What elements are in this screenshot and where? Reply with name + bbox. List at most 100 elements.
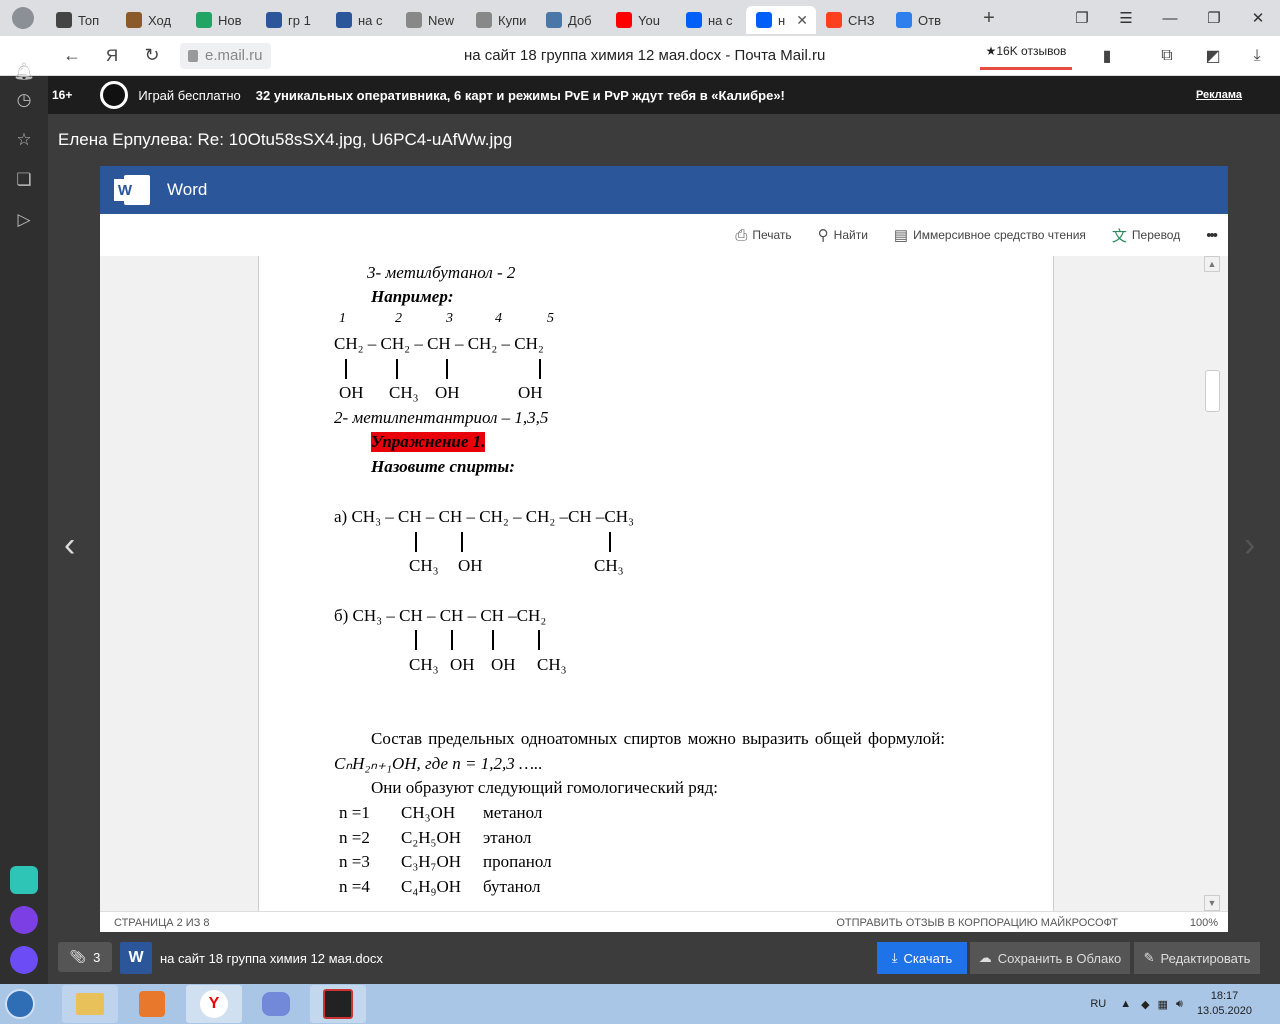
protect-icon[interactable]: ◩ <box>1196 36 1230 76</box>
bookmark-icon[interactable]: ▮ <box>1090 36 1124 76</box>
browser-tab[interactable]: СНЗ <box>816 6 886 34</box>
tab-favicon-icon <box>826 12 842 28</box>
save-cloud-button[interactable]: ☁ Сохранить в Облако <box>970 942 1130 974</box>
reviews-badge[interactable]: ★16K отзывов <box>980 42 1072 70</box>
browser-tab[interactable]: на с <box>676 6 746 34</box>
reload-button[interactable]: ↻ <box>132 36 172 76</box>
yandex-icon[interactable]: Я <box>92 36 132 76</box>
media-player-icon[interactable] <box>124 985 180 1023</box>
formula-line: б) CH₃ – CH – CH – CH –CH₂ <box>334 606 547 625</box>
tray-app-icon[interactable]: ◆ <box>1141 998 1149 1011</box>
browser-tab[interactable]: на с <box>326 6 396 34</box>
next-arrow-icon[interactable]: › <box>1244 526 1255 565</box>
tab-favicon-icon <box>336 12 352 28</box>
app-icon-2[interactable] <box>10 906 38 934</box>
language-indicator[interactable]: RU <box>1090 998 1106 1010</box>
ad-link[interactable]: Реклама <box>1196 89 1242 101</box>
bond-line <box>539 359 541 379</box>
immersive-reader-button[interactable]: ▤ Иммерсивное средство чтения <box>894 226 1086 244</box>
attachments-button[interactable]: 📎︎ 3 <box>58 942 112 972</box>
scroll-thumb[interactable] <box>1205 370 1220 412</box>
bond-line <box>609 532 611 552</box>
tab-favicon-icon <box>616 12 632 28</box>
carbon-number: 1 <box>339 311 346 326</box>
game-icon[interactable] <box>310 985 366 1023</box>
browser-tab[interactable]: Доб <box>536 6 606 34</box>
doc-line: 3- метилбутанол - 2 <box>367 263 516 282</box>
browser-tab[interactable]: Купи <box>466 6 536 34</box>
tabs-list-icon[interactable]: ❐ <box>1060 0 1104 36</box>
downloads-icon[interactable]: ⤓ <box>1240 36 1274 76</box>
paragraph: Состав предельных одноатомных спиртов мо… <box>371 729 946 748</box>
browser-tab-bar: Топ Ход Нов гр 1 на с New Купи Доб You на с н ✕ СНЗ О… <box>0 0 1280 36</box>
zoom-level[interactable]: 100% <box>1190 917 1218 929</box>
prev-arrow-icon[interactable]: ‹ <box>64 526 75 565</box>
browser-tab[interactable]: Отв <box>886 6 956 34</box>
bond-line <box>396 359 398 379</box>
volume-icon[interactable]: 🔊︎ <box>1176 998 1183 1011</box>
url-field[interactable]: e.mail.ru <box>180 42 271 69</box>
close-window-button[interactable]: ✕ <box>1236 0 1280 36</box>
alice-icon[interactable] <box>10 946 38 974</box>
yandex-browser-icon[interactable]: Y <box>186 985 242 1023</box>
messenger-app-icon[interactable] <box>10 866 38 894</box>
file-name: на сайт 18 группа химия 12 мая.docx <box>160 951 383 966</box>
substituent: OH <box>491 655 516 674</box>
tab-label: на с <box>708 12 733 28</box>
attachment-footer: 📎︎ 3 W на сайт 18 группа химия 12 мая.do… <box>48 932 1280 984</box>
document-area[interactable]: 3- метилбутанол - 2 Например: 1 2 3 4 5 … <box>100 256 1228 911</box>
browser-tab[interactable]: New <box>396 6 466 34</box>
print-button[interactable]: ⎙ Печать <box>735 227 791 244</box>
browser-tab[interactable]: Ход <box>116 6 186 34</box>
discord-icon[interactable] <box>248 985 304 1023</box>
feedback-link[interactable]: ОТПРАВИТЬ ОТЗЫВ В КОРПОРАЦИЮ МАЙКРОСОФТ <box>836 917 1118 929</box>
bond-line <box>451 630 453 650</box>
tab-favicon-icon <box>266 12 282 28</box>
formula-line: а) CH₃ – CH – CH – CH₂ – CH₂ –CH –CH₃ <box>334 507 634 526</box>
history-icon[interactable]: ◷ <box>12 88 36 112</box>
find-button[interactable]: ⚲ Найти <box>818 226 868 244</box>
series-cell-name: этанол <box>483 827 532 847</box>
download-button[interactable]: ⤓ Скачать <box>877 942 967 974</box>
explorer-icon[interactable] <box>62 985 118 1023</box>
series-cell-f: C₃H₇OH <box>401 852 462 871</box>
start-button[interactable] <box>0 984 40 1024</box>
tab-favicon-icon <box>476 12 492 28</box>
profile-icon[interactable] <box>0 0 46 36</box>
play-icon[interactable]: ▷ <box>12 208 36 232</box>
tab-favicon-icon <box>196 12 212 28</box>
substituent: OH <box>450 655 475 674</box>
browser-tab[interactable]: гр 1 <box>256 6 326 34</box>
translate-button[interactable]: 文 Перевод <box>1112 225 1180 246</box>
edit-button[interactable]: ✎ Редактировать <box>1134 942 1260 974</box>
tab-label: СНЗ <box>848 12 875 28</box>
scroll-up-icon[interactable]: ▲ <box>1204 256 1220 272</box>
ad-logo-icon <box>100 81 129 109</box>
browser-tab[interactable]: You <box>606 6 676 34</box>
new-tab-button[interactable]: + <box>974 3 1004 33</box>
scroll-down-icon[interactable]: ▼ <box>1204 895 1220 911</box>
network-icon[interactable]: ▦ <box>1158 998 1168 1011</box>
clock[interactable]: 18:17 13.05.2020 <box>1197 989 1252 1019</box>
tray-expand-icon[interactable]: ▲ <box>1120 998 1131 1010</box>
menu-icon[interactable]: ☰ <box>1104 0 1148 36</box>
windows-taskbar: Y RU ▲ ◆ ▦ 🔊︎ 18:17 13.05.2020 <box>0 984 1280 1024</box>
browser-tab[interactable]: Нов <box>186 6 256 34</box>
minimize-button[interactable]: — <box>1148 0 1192 36</box>
ad-banner[interactable]: 16+ Играй бесплатно 32 уникальных операт… <box>48 76 1280 114</box>
star-icon[interactable]: ☆ <box>12 128 36 152</box>
bell-icon[interactable]: 🔔︎ <box>12 60 36 84</box>
word-status-bar: СТРАНИЦА 2 ИЗ 8 ОТПРАВИТЬ ОТЗЫВ В КОРПОР… <box>100 911 1228 932</box>
browser-tab[interactable]: н ✕ <box>746 6 816 34</box>
more-button[interactable]: ••• <box>1206 227 1218 244</box>
series-cell-n: n =3 <box>339 852 370 871</box>
close-tab-icon[interactable]: ✕ <box>796 12 808 29</box>
collections-icon[interactable]: ❏ <box>12 168 36 192</box>
extensions-icon[interactable]: ⧉ <box>1150 36 1184 76</box>
bond-line <box>415 532 417 552</box>
edit-icon: ✎ <box>1143 950 1155 965</box>
browser-tab[interactable]: Топ <box>46 6 116 34</box>
vertical-scrollbar[interactable]: ▲ ▼ <box>1204 256 1220 911</box>
back-button[interactable]: ← <box>52 36 92 76</box>
maximize-button[interactable]: ❐ <box>1192 0 1236 36</box>
